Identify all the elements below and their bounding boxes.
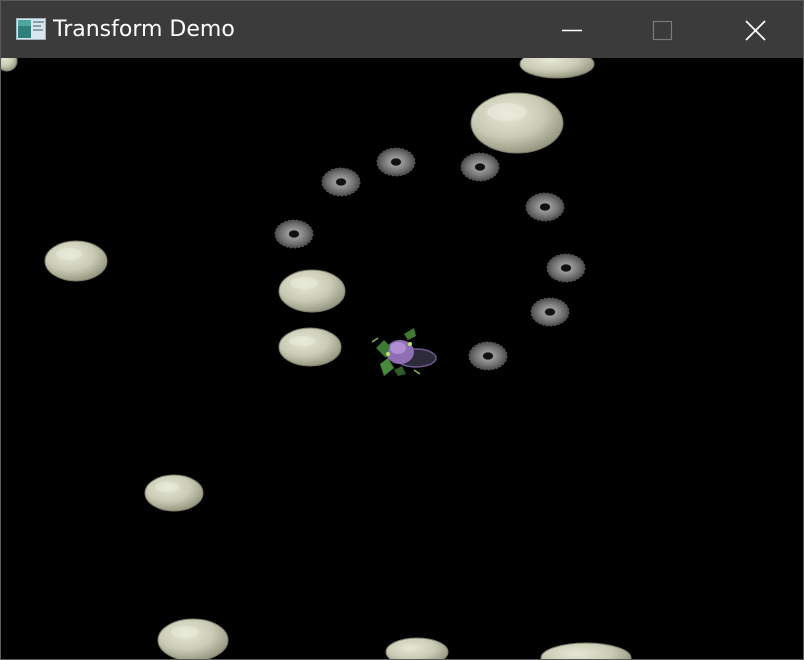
boulder [1,58,18,72]
character [371,328,437,376]
sawblade [468,341,508,371]
maximize-icon [652,20,673,41]
minimize-icon [562,29,582,32]
boulder [470,92,564,154]
boulder [44,240,108,282]
app-window: Transform Demo [0,0,804,660]
title-bar[interactable]: Transform Demo [1,1,803,58]
sawblade [546,253,586,283]
sawblade [321,167,361,197]
boulder [385,637,449,659]
boulder [157,618,229,659]
sawblade [376,147,416,177]
app-window-icon [16,18,46,40]
boulder [144,474,204,512]
boulder [278,327,342,367]
sawblade [525,192,565,222]
sawblade [530,297,570,327]
boulder [519,58,595,79]
window-title: Transform Demo [53,17,235,42]
close-button[interactable] [711,1,801,58]
minimize-button[interactable] [527,1,617,58]
maximize-button[interactable] [617,1,707,58]
game-canvas[interactable] [1,58,803,659]
sawblade [460,152,500,182]
game-scene [1,58,632,659]
close-icon [745,20,766,41]
sawblade [274,219,314,249]
boulder [278,269,346,313]
boulder [540,642,632,659]
